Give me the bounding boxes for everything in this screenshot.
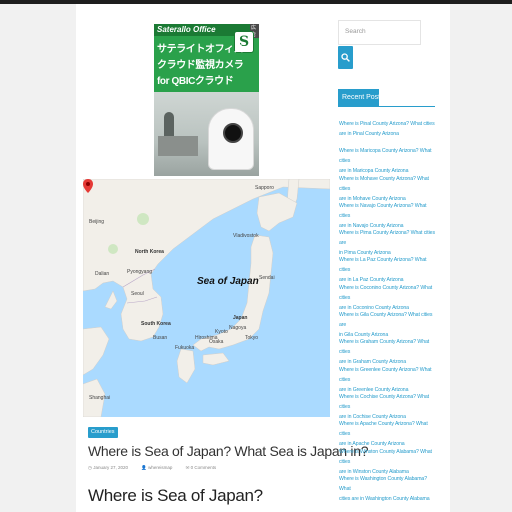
ad-line-1: サテライトオフィス・ bbox=[157, 44, 253, 55]
recent-post-line: Where is Pima County Arizona? What citie… bbox=[339, 230, 435, 247]
recent-posts-divider bbox=[338, 106, 435, 107]
map-label-beijing: Beijing bbox=[89, 219, 105, 225]
map-label-vladivostok: Vladivostok bbox=[233, 233, 259, 239]
search-button[interactable] bbox=[338, 46, 353, 69]
map-label-tokyo: Tokyo bbox=[245, 335, 259, 341]
recent-post-link[interactable]: Where is Pima County Arizona? What citie… bbox=[339, 228, 439, 256]
recent-post-line: cities are in Washington County Alabama bbox=[339, 495, 430, 502]
recent-post-line: Where is Navajo County Arizona? What cit… bbox=[339, 202, 427, 219]
recent-post-line: Where is Maricopa County Arizona? What c… bbox=[339, 148, 432, 165]
recent-post-link[interactable]: Where is Coconino County Arizona? What c… bbox=[339, 283, 439, 311]
ad-photo bbox=[154, 92, 259, 176]
recent-post-line: are in Pinal County Arizona bbox=[339, 131, 399, 137]
category-badge[interactable]: Countries bbox=[88, 427, 118, 438]
recent-post-line: Where is Winston County Alabama? What ci… bbox=[339, 448, 432, 465]
map-label-pyongyang: Pyongyang bbox=[127, 269, 153, 275]
camera-image bbox=[208, 108, 254, 170]
recent-post-link[interactable]: Where is Mohave County Arizona? What cit… bbox=[339, 174, 439, 202]
recent-post-link[interactable]: Where is Apache County Arizona? What cit… bbox=[339, 419, 439, 447]
map-label-busan: Busan bbox=[153, 335, 168, 341]
recent-post-link[interactable]: Where is Cochise County Arizona? What ci… bbox=[339, 392, 439, 420]
recent-post-link[interactable]: Where is Maricopa County Arizona? What c… bbox=[339, 146, 439, 174]
post-author[interactable]: 👤 whereismap bbox=[141, 465, 178, 470]
map-label-fukuoka: Fukuoka bbox=[175, 345, 195, 351]
recent-post-line: Where is La Paz County Arizona? What cit… bbox=[339, 257, 427, 274]
post-date[interactable]: ◷ January 27, 2020 bbox=[88, 465, 134, 470]
ad-desk-figure bbox=[158, 136, 198, 156]
map-label-sendai: Sendai bbox=[259, 275, 275, 281]
map-label-seoul: Seoul bbox=[131, 291, 144, 297]
post-meta: ◷ January 27, 2020 👤 whereismap ✉ 0 Comm… bbox=[88, 465, 228, 471]
post-date-text: January 27, 2020 bbox=[93, 465, 128, 470]
recent-post-link[interactable]: Where is Washington County Alabama? What… bbox=[339, 474, 439, 502]
map-label-south-korea: South Korea bbox=[141, 321, 171, 327]
map-label-sapporo: Sapporo bbox=[255, 185, 274, 191]
recent-post-line: Where is Gila County Arizona? What citie… bbox=[339, 312, 433, 329]
recent-post-line: Where is Graham County Arizona? What cit… bbox=[339, 339, 430, 356]
recent-post-link[interactable]: Where is Pinal County Arizona? What citi… bbox=[339, 119, 439, 146]
recent-post-link[interactable]: Where is La Paz County Arizona? What cit… bbox=[339, 255, 439, 283]
recent-post-line: Where is Cochise County Arizona? What ci… bbox=[339, 393, 430, 410]
search-input[interactable]: Search bbox=[338, 20, 421, 45]
search-placeholder: Search bbox=[345, 28, 366, 35]
post-comments[interactable]: ✉ 0 Comments bbox=[186, 465, 223, 470]
post-comments-text: 0 Comments bbox=[190, 465, 217, 470]
map-shapes bbox=[83, 179, 330, 417]
recent-post-link[interactable]: Where is Gila County Arizona? What citie… bbox=[339, 310, 439, 338]
ad-line-2: クラウド監視カメラ bbox=[157, 60, 244, 71]
map-title: Sea of Japan bbox=[197, 276, 259, 287]
map-pin-icon bbox=[83, 179, 93, 193]
recent-post-line: Where is Mohave County Arizona? What cit… bbox=[339, 175, 429, 192]
recent-post-line: Where is Greenlee County Arizona? What c… bbox=[339, 366, 432, 383]
recent-post-link[interactable]: Where is Winston County Alabama? What ci… bbox=[339, 447, 439, 475]
recent-post-line: Where is Apache County Arizona? What cit… bbox=[339, 421, 428, 438]
map-label-osaka: Osaka bbox=[209, 339, 224, 345]
camera-lens bbox=[223, 123, 243, 143]
ad-line-3: for QBICクラウド bbox=[157, 76, 234, 87]
search-icon bbox=[341, 53, 350, 62]
recent-post-line: Where is Pinal County Arizona? What citi… bbox=[339, 121, 435, 127]
recent-posts-heading: Recent Posts bbox=[338, 89, 384, 106]
recent-post-line: Where is Coconino County Arizona? What c… bbox=[339, 284, 433, 301]
map-label-dalian: Dalian bbox=[95, 271, 110, 277]
recent-post-link[interactable]: Where is Greenlee County Arizona? What c… bbox=[339, 365, 439, 393]
map-label-kyoto: Kyoto bbox=[215, 329, 228, 335]
post-title[interactable]: Where is Sea of Japan? What Sea is Japan… bbox=[88, 443, 369, 459]
recent-posts-list: Where is Pinal County Arizona? What citi… bbox=[339, 119, 439, 502]
recent-post-link[interactable]: Where is Navajo County Arizona? What cit… bbox=[339, 201, 439, 229]
recent-post-line: Where is Washington County Alabama? What bbox=[339, 475, 427, 492]
recent-post-link[interactable]: Where is Graham County Arizona? What cit… bbox=[339, 337, 439, 365]
map-label-japan: Japan bbox=[233, 315, 248, 321]
map-label-north-korea: North Korea bbox=[135, 249, 164, 255]
map-label-nagoya: Nagoya bbox=[229, 325, 247, 331]
post-author-text: whereismap bbox=[148, 465, 173, 470]
map-label-shanghai: Shanghai bbox=[89, 395, 111, 401]
advertisement-banner[interactable]: Saterallo Office 広告 S サテライトオフィス・ クラウド監視カ… bbox=[154, 24, 259, 176]
article-heading: Where is Sea of Japan? bbox=[88, 486, 263, 505]
ad-brand: Saterallo Office bbox=[157, 25, 216, 34]
map-image: Sapporo Vladivostok Beijing Dalian North… bbox=[83, 179, 330, 417]
